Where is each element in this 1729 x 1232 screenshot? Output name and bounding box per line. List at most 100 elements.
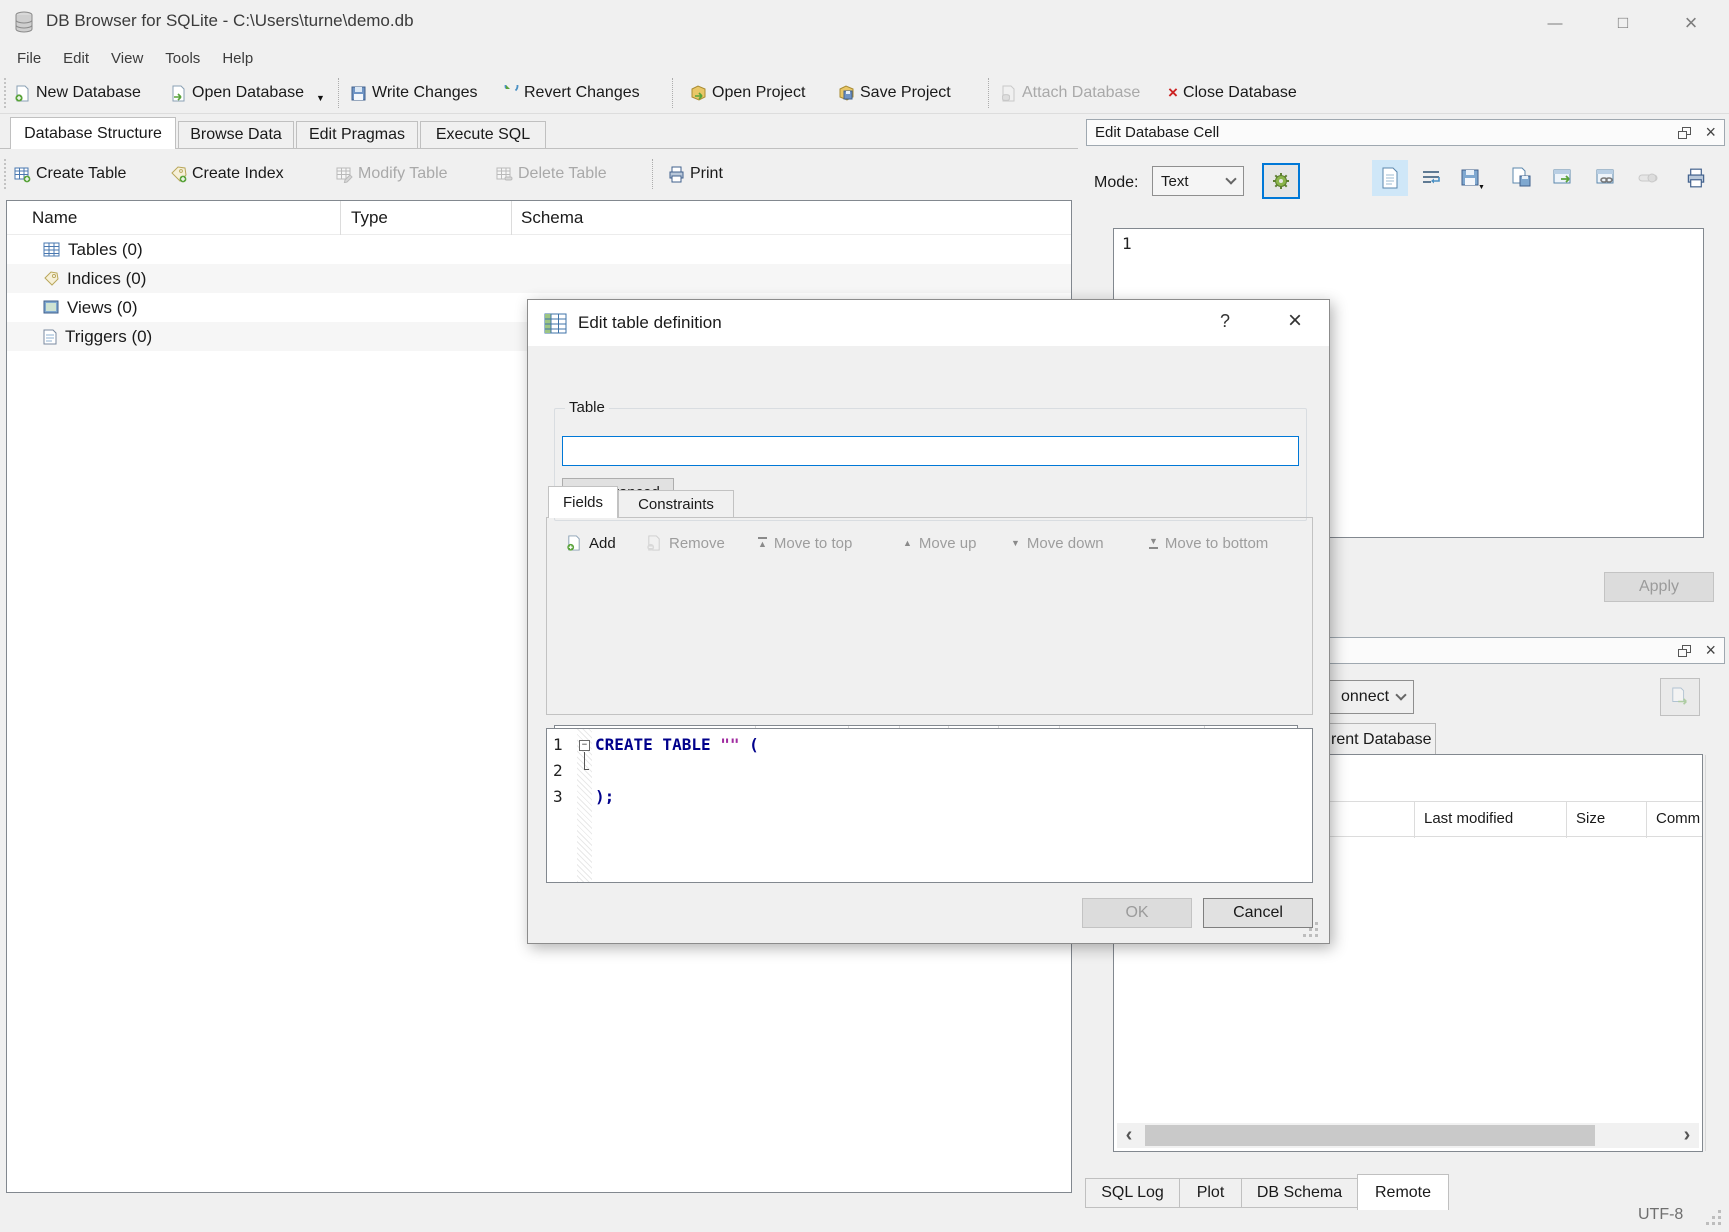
export-text-button[interactable]	[1503, 160, 1539, 196]
add-field-button[interactable]: Add	[566, 530, 616, 556]
word-wrap-button[interactable]	[1413, 160, 1449, 196]
tab-fields[interactable]: Fields	[548, 486, 618, 518]
remote-push-button[interactable]	[1660, 678, 1700, 716]
connect-label: onnect	[1341, 688, 1389, 706]
chevron-down-icon	[1225, 173, 1236, 184]
indices-icon	[43, 271, 59, 287]
cell-settings-button[interactable]	[1262, 163, 1300, 199]
delete-table-button[interactable]: Delete Table	[496, 159, 607, 189]
gear-icon	[1271, 171, 1291, 191]
fold-collapse-icon[interactable]: −	[579, 740, 590, 751]
window-resize-grip[interactable]	[1706, 1222, 1709, 1225]
move-top-icon: ▲	[758, 537, 767, 549]
minimize-button[interactable]: —	[1527, 8, 1583, 38]
scrollbar-thumb[interactable]	[1145, 1125, 1595, 1146]
menu-tools[interactable]: Tools	[154, 44, 211, 72]
set-null-button[interactable]	[1630, 160, 1666, 196]
create-index-button[interactable]: Create Index	[170, 159, 284, 189]
remove-field-button[interactable]: Remove	[646, 530, 725, 556]
menu-file[interactable]: File	[6, 44, 52, 72]
attach-database-button[interactable]: Attach Database	[1000, 78, 1140, 108]
float-panel-icon[interactable]	[1678, 127, 1691, 139]
move-down-button[interactable]: ▼ Move down	[1011, 530, 1104, 556]
menu-edit[interactable]: Edit	[52, 44, 100, 72]
title-bar: DB Browser for SQLite - C:\Users\turne\d…	[0, 0, 1729, 44]
cancel-button[interactable]: Cancel	[1203, 898, 1313, 928]
menu-view[interactable]: View	[100, 44, 154, 72]
import-text-button[interactable]: ▼	[1452, 160, 1488, 196]
open-in-external-button[interactable]	[1545, 160, 1581, 196]
revert-changes-button[interactable]: Revert Changes	[502, 78, 640, 108]
toolbar-separator	[652, 159, 653, 189]
write-changes-button[interactable]: Write Changes	[350, 78, 478, 108]
create-index-icon	[170, 166, 187, 183]
open-database-button[interactable]: Open Database	[170, 78, 304, 108]
menu-help[interactable]: Help	[211, 44, 264, 72]
external-window-icon	[1553, 169, 1573, 187]
col-size[interactable]: Size	[1576, 810, 1605, 827]
structure-toolbar: Create Table Create Index Modify Table D…	[0, 152, 1078, 196]
move-up-button[interactable]: ▲ Move up	[903, 530, 976, 556]
print-cell-button[interactable]	[1678, 160, 1714, 196]
move-bottom-button[interactable]: ▼ Move to bottom	[1149, 530, 1268, 556]
tree-column-name[interactable]: Name	[32, 208, 77, 228]
dialog-help-icon[interactable]: ?	[1220, 311, 1230, 332]
tab-remote[interactable]: Remote	[1357, 1174, 1449, 1210]
maximize-button[interactable]: □	[1595, 8, 1651, 38]
apply-button[interactable]: Apply	[1604, 572, 1714, 602]
toolbar-separator	[988, 78, 989, 108]
close-panel-icon[interactable]: ×	[1705, 640, 1716, 661]
tree-row-indices[interactable]: Indices (0)	[7, 264, 1071, 293]
open-project-button[interactable]: Open Project	[690, 78, 805, 108]
remote-v-scrollbar[interactable]	[1705, 755, 1724, 1151]
encoding-status[interactable]: UTF-8	[1638, 1206, 1683, 1224]
save-project-button[interactable]: Save Project	[838, 78, 951, 108]
scroll-left-icon[interactable]: ‹	[1117, 1123, 1141, 1148]
sql-preview-editor[interactable]: 1 2 3 − CREATE TABLE "" ( );	[546, 728, 1313, 883]
save-project-icon	[838, 85, 855, 102]
tab-edit-pragmas[interactable]: Edit Pragmas	[296, 121, 418, 149]
tab-browse-data[interactable]: Browse Data	[178, 121, 294, 149]
print-button[interactable]: Print	[668, 159, 723, 189]
dialog-resize-grip[interactable]	[1303, 934, 1306, 937]
col-commit[interactable]: Comm	[1656, 810, 1700, 827]
close-database-button[interactable]: × Close Database	[1168, 78, 1297, 108]
tree-row-tables[interactable]: Tables (0)	[7, 235, 1071, 264]
remote-h-scrollbar[interactable]: ‹ ›	[1117, 1123, 1699, 1148]
float-panel-icon[interactable]	[1678, 645, 1691, 657]
mode-select[interactable]: Text	[1152, 166, 1244, 196]
tab-current-database[interactable]: rent Database	[1322, 723, 1436, 755]
tree-column-schema[interactable]: Schema	[521, 208, 583, 228]
dialog-close-icon[interactable]: ×	[1288, 307, 1302, 335]
open-database-dropdown-arrow[interactable]: ▼	[316, 93, 325, 103]
close-panel-icon[interactable]: ×	[1705, 122, 1716, 143]
export-file-icon	[1511, 167, 1531, 189]
move-top-button[interactable]: ▲ Move to top	[758, 530, 852, 556]
ok-button[interactable]: OK	[1082, 898, 1192, 928]
new-database-icon	[14, 85, 31, 102]
text-mode-button[interactable]	[1372, 160, 1408, 196]
mode-label: Mode:	[1094, 174, 1138, 192]
modify-table-button[interactable]: Modify Table	[336, 159, 448, 189]
tab-db-schema[interactable]: DB Schema	[1241, 1178, 1358, 1208]
scroll-right-icon[interactable]: ›	[1675, 1123, 1699, 1148]
col-last-modified[interactable]: Last modified	[1424, 810, 1513, 827]
chevron-down-icon	[1395, 689, 1406, 700]
move-down-icon: ▼	[1011, 539, 1020, 548]
toolbar-separator	[338, 78, 339, 108]
create-table-button[interactable]: Create Table	[14, 159, 126, 189]
table-group-label: Table	[565, 399, 609, 416]
toolbar-handle[interactable]	[4, 78, 7, 108]
link-button[interactable]	[1588, 160, 1624, 196]
new-database-button[interactable]: New Database	[14, 78, 141, 108]
table-name-input[interactable]	[562, 436, 1299, 466]
tab-plot[interactable]: Plot	[1179, 1178, 1242, 1208]
tab-execute-sql[interactable]: Execute SQL	[420, 121, 546, 149]
toolbar-handle[interactable]	[4, 159, 7, 189]
dialog-table-icon	[544, 313, 567, 334]
tree-column-type[interactable]: Type	[351, 208, 388, 228]
tab-sql-log[interactable]: SQL Log	[1085, 1178, 1180, 1208]
tab-database-structure[interactable]: Database Structure	[10, 117, 176, 149]
tab-constraints[interactable]: Constraints	[618, 490, 734, 518]
close-button[interactable]: ×	[1663, 8, 1719, 38]
